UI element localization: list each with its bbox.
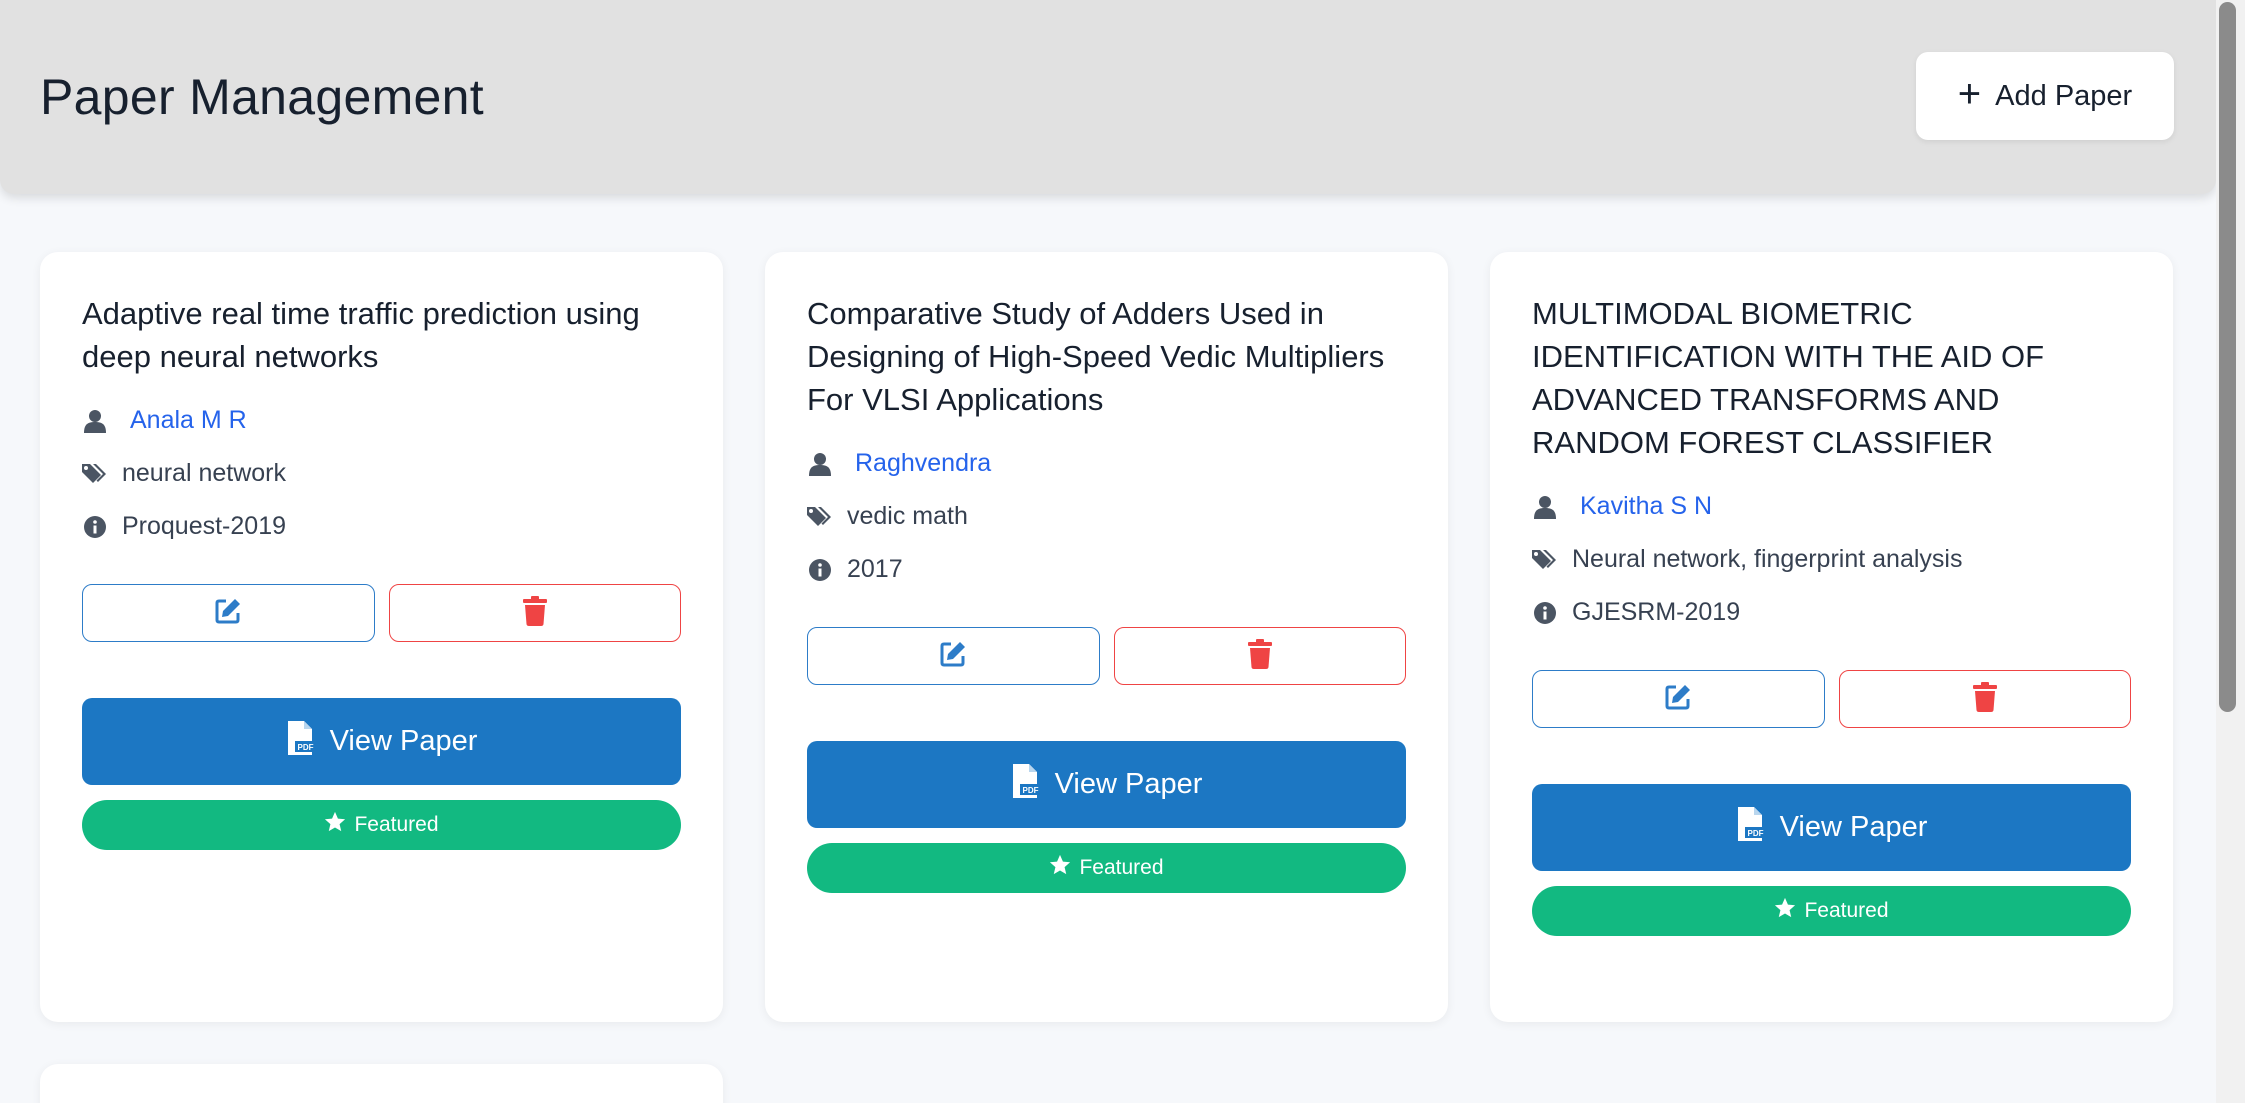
delete-button[interactable] — [1113, 627, 1406, 685]
view-paper-button[interactable]: PDF View Paper — [807, 741, 1406, 828]
author-row: Anala M R — [82, 394, 681, 447]
star-icon — [1774, 897, 1796, 925]
tags-icon — [1532, 547, 1558, 573]
info-circle-icon — [807, 557, 833, 583]
featured-badge: Featured — [82, 800, 681, 850]
page-header: Paper Management + Add Paper — [0, 0, 2216, 194]
paper-card: Comparative Study of Adders Used in Desi… — [765, 252, 1448, 1022]
featured-badge: Featured — [807, 843, 1406, 893]
view-paper-label: View Paper — [1779, 811, 1928, 843]
author-link[interactable]: Kavitha S N — [1580, 492, 1712, 521]
file-pdf-icon: PDF — [286, 720, 316, 763]
info-row: 2017 — [807, 543, 1406, 596]
tags-row: Neural network, fingerprint analysis — [1532, 533, 2131, 586]
trash-icon — [1972, 681, 1998, 717]
user-icon — [82, 408, 108, 434]
view-paper-label: View Paper — [1054, 768, 1203, 800]
tags-icon — [82, 461, 108, 487]
delete-button[interactable] — [388, 584, 681, 642]
svg-text:PDF: PDF — [1022, 786, 1038, 795]
user-icon — [1532, 494, 1558, 520]
edit-button[interactable] — [1532, 670, 1825, 728]
tags-text: neural network — [122, 459, 286, 487]
add-paper-label: Add Paper — [1995, 79, 2133, 112]
trash-icon — [522, 595, 548, 631]
featured-label: Featured — [354, 813, 439, 836]
card-actions — [82, 584, 681, 642]
svg-text:PDF: PDF — [297, 743, 313, 752]
edit-icon — [1664, 683, 1692, 716]
edit-icon — [939, 640, 967, 673]
add-paper-button[interactable]: + Add Paper — [1916, 52, 2174, 140]
trash-icon — [1247, 638, 1273, 674]
author-row: Kavitha S N — [1532, 480, 2131, 533]
featured-label: Featured — [1804, 899, 1889, 922]
view-paper-button[interactable]: PDF View Paper — [1532, 784, 2131, 871]
tags-row: vedic math — [807, 490, 1406, 543]
edit-button[interactable] — [807, 627, 1100, 685]
info-text: GJESRM-2019 — [1572, 598, 1741, 626]
featured-badge: Featured — [1532, 886, 2131, 936]
edit-icon — [214, 597, 242, 630]
svg-text:PDF: PDF — [1747, 829, 1763, 838]
info-row: Proquest-2019 — [82, 500, 681, 553]
author-link[interactable]: Raghvendra — [855, 449, 991, 478]
info-circle-icon — [1532, 600, 1558, 626]
file-pdf-icon: PDF — [1011, 763, 1041, 806]
card-actions — [1532, 670, 2131, 728]
page-title: Paper Management — [40, 69, 484, 125]
tags-text: vedic math — [847, 502, 968, 530]
paper-card-partial — [40, 1064, 723, 1103]
card-actions — [807, 627, 1406, 685]
paper-title: Adaptive real time traffic prediction us… — [82, 296, 640, 374]
view-paper-label: View Paper — [329, 725, 478, 757]
file-pdf-icon: PDF — [1736, 806, 1766, 849]
tags-text: Neural network, fingerprint analysis — [1572, 545, 1963, 573]
plus-icon: + — [1957, 72, 1982, 116]
star-icon — [1049, 854, 1071, 882]
paper-title: MULTIMODAL BIOMETRIC IDENTIFICATION WITH… — [1532, 296, 2045, 460]
featured-label: Featured — [1079, 856, 1164, 879]
paper-card: MULTIMODAL BIOMETRIC IDENTIFICATION WITH… — [1490, 252, 2173, 1022]
info-text: Proquest-2019 — [122, 512, 287, 540]
scrollbar-thumb[interactable] — [2219, 2, 2236, 712]
info-circle-icon — [82, 514, 108, 540]
paper-title: Comparative Study of Adders Used in Desi… — [807, 296, 1385, 417]
tags-icon — [807, 504, 833, 530]
author-row: Raghvendra — [807, 437, 1406, 490]
delete-button[interactable] — [1838, 670, 2131, 728]
user-icon — [807, 451, 833, 477]
tags-row: neural network — [82, 447, 681, 500]
author-link[interactable]: Anala M R — [130, 406, 247, 435]
paper-card: Adaptive real time traffic prediction us… — [40, 252, 723, 1022]
star-icon — [324, 811, 346, 839]
edit-button[interactable] — [82, 584, 375, 642]
info-text: 2017 — [847, 555, 903, 583]
view-paper-button[interactable]: PDF View Paper — [82, 698, 681, 785]
info-row: GJESRM-2019 — [1532, 586, 2131, 639]
